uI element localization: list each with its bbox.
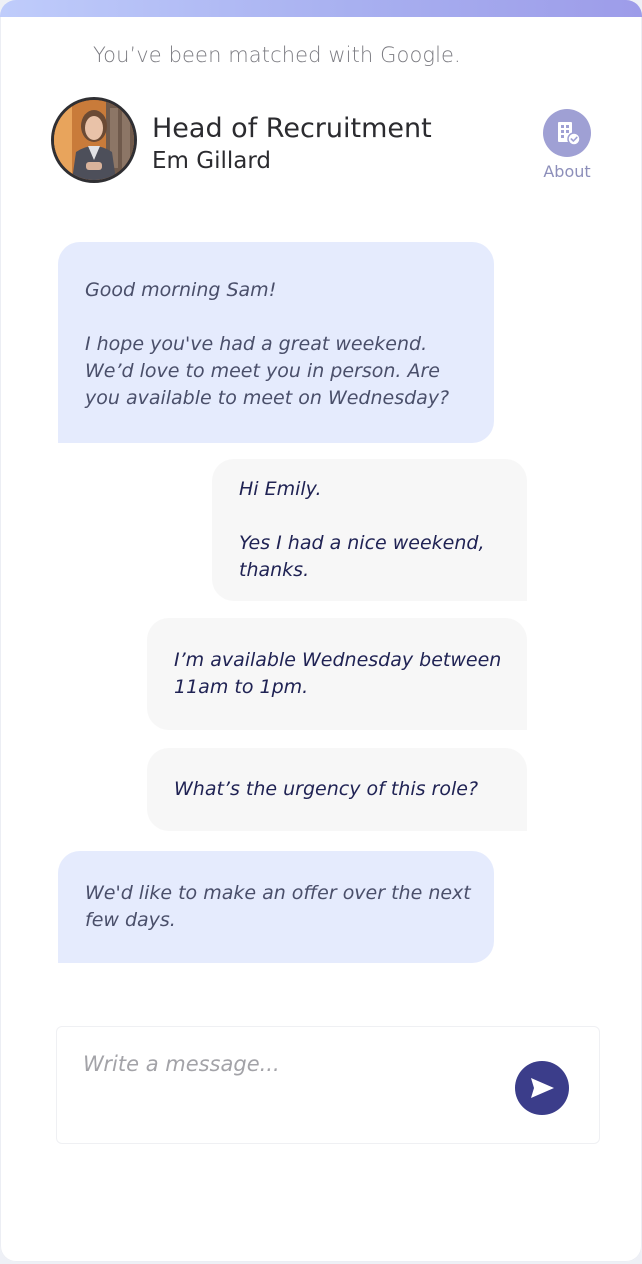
send-button[interactable] xyxy=(515,1061,569,1115)
contact-title: Head of Recruitment xyxy=(152,113,432,144)
paper-plane-icon xyxy=(531,1078,554,1098)
message-incoming: We'd like to make an offer over the next… xyxy=(58,851,494,963)
about-button[interactable]: About xyxy=(535,109,599,185)
avatar[interactable] xyxy=(51,97,137,183)
contact-name: Em Gillard xyxy=(152,148,271,174)
message-incoming: Good morning Sam! I hope you've had a gr… xyxy=(58,242,494,443)
message-outgoing: I’m available Wednesday between 11am to … xyxy=(147,618,527,730)
message-outgoing: Hi Emily. Yes I had a nice weekend, than… xyxy=(212,459,527,601)
message-composer xyxy=(56,1026,600,1144)
about-label: About xyxy=(543,162,591,181)
top-accent-bar xyxy=(0,0,642,17)
match-notice: You’ve been matched with Google. xyxy=(93,43,461,67)
chat-card: You’ve been matched with Google. Head of… xyxy=(0,0,642,1262)
building-check-icon xyxy=(543,109,591,157)
profile-photo xyxy=(54,100,134,180)
message-outgoing: What’s the urgency of this role? xyxy=(147,748,527,831)
message-input[interactable] xyxy=(83,1047,503,1081)
